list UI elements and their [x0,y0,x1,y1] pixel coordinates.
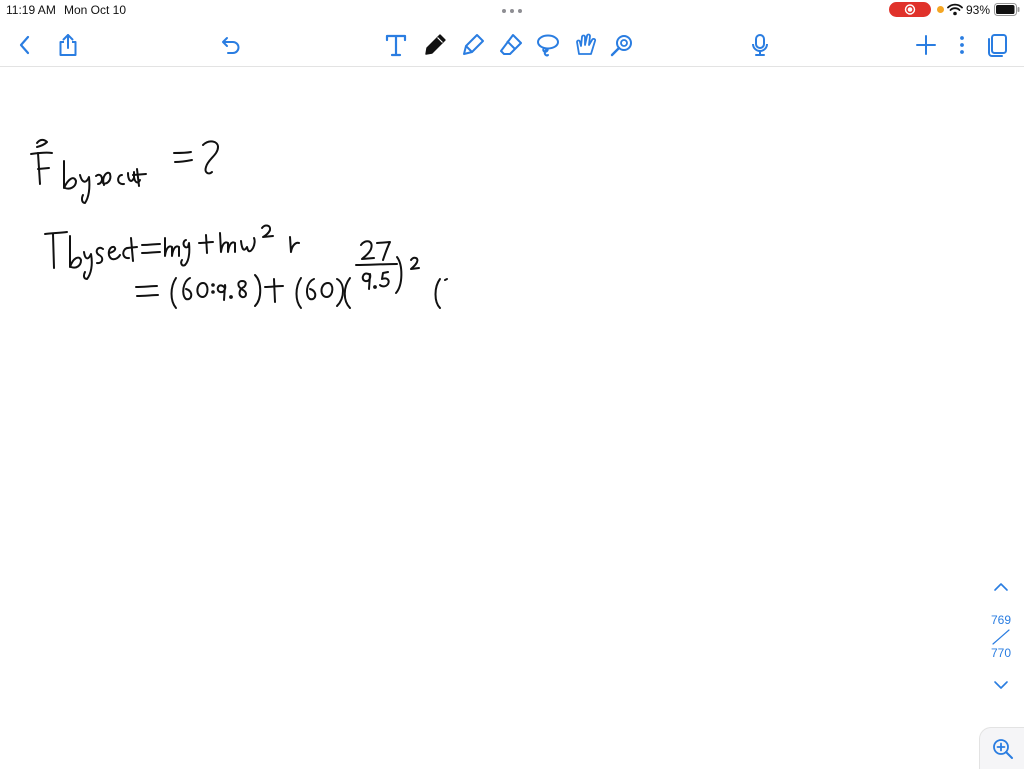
lasso-icon[interactable] [535,32,561,58]
laser-pointer-icon[interactable] [609,32,635,58]
handwriting-line-1 [30,138,219,204]
chevron-up-icon[interactable] [992,580,1010,594]
share-icon[interactable] [55,32,81,58]
zoom-button[interactable] [979,727,1024,769]
page-navigator: 769 770 [984,578,1018,698]
page-divider-slash [992,629,1010,645]
microphone-in-use-dot [937,6,944,13]
add-icon[interactable] [913,32,939,58]
handwriting-ink [30,138,448,309]
total-pages-number: 770 [990,646,1012,660]
toolbar [0,22,1024,67]
battery-icon [994,3,1020,16]
chevron-down-icon[interactable] [992,678,1010,692]
pages-icon[interactable] [985,32,1011,58]
current-page-number: 769 [990,613,1012,627]
multitasking-dots-icon[interactable] [500,4,524,16]
battery-percentage: 93% [966,3,991,17]
handwriting-line-2 [44,224,300,280]
status-date: Mon Oct 10 [64,3,127,17]
note-canvas[interactable] [0,67,1024,768]
highlighter-icon[interactable] [460,32,486,58]
microphone-icon[interactable] [747,32,773,58]
wifi-icon [947,3,963,16]
zoom-in-icon [993,739,1013,759]
status-time: 11:19 AM [6,3,56,17]
shapes-icon[interactable] [573,32,599,58]
eraser-icon[interactable] [498,32,524,58]
more-icon[interactable] [949,32,975,58]
back-chevron-icon[interactable] [12,32,38,58]
status-bar: 11:19 AM Mon Oct 10 93% [0,0,1024,20]
screen-recording-indicator[interactable] [889,2,931,17]
pen-icon[interactable] [422,32,448,58]
text-tool-icon[interactable] [383,32,409,58]
record-icon [904,4,916,15]
undo-icon[interactable] [218,32,244,58]
